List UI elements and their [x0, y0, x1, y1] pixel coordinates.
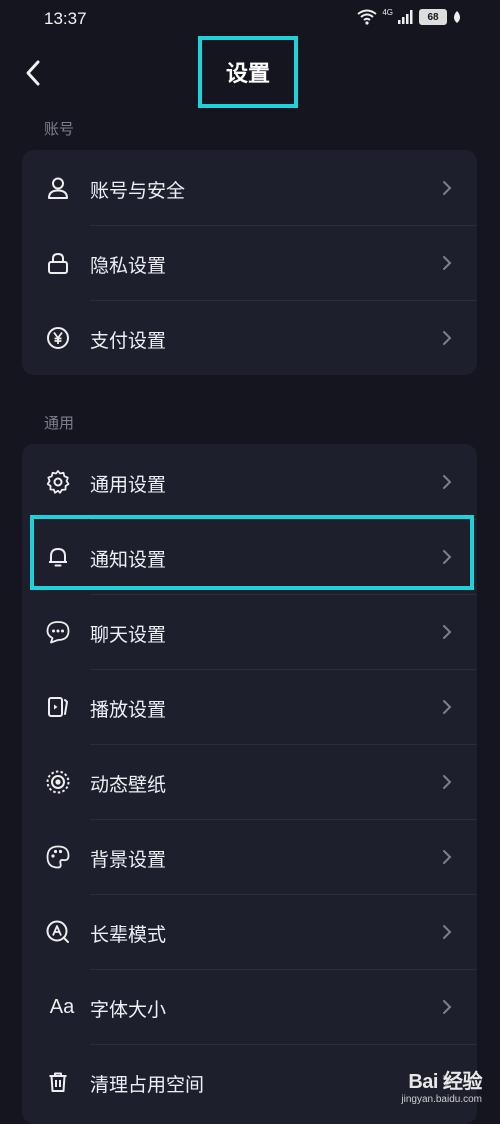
settings-item-general[interactable]: 通用设置: [22, 444, 477, 519]
settings-item-label: 背景设置: [90, 849, 167, 871]
settings-item-account-security[interactable]: 账号与安全: [22, 150, 477, 225]
watermark-brand: Bai 经验: [408, 1071, 482, 1093]
yen-icon: [44, 324, 72, 352]
settings-item-label: 长辈模式: [90, 924, 167, 946]
status-bar: 13:37 4G 68: [0, 0, 500, 38]
settings-item-label: 支付设置: [90, 330, 167, 352]
battery-level: 68: [427, 11, 439, 23]
settings-item-label: 清理占用空间: [90, 1074, 205, 1096]
settings-item-label: 播放设置: [90, 699, 167, 721]
account-card: 账号与安全 隐私设置 支付设置: [22, 150, 477, 375]
network-type: 4G: [382, 7, 393, 17]
chat-icon: [44, 618, 72, 646]
signal-icon: [398, 10, 413, 24]
settings-item-label: 字体大小: [90, 999, 167, 1021]
chevron-right-icon: [443, 700, 452, 714]
chevron-right-icon: [443, 256, 452, 270]
chevron-right-icon: [443, 625, 452, 639]
chevron-right-icon: [443, 850, 452, 864]
settings-item-label: 动态壁纸: [90, 774, 167, 796]
trash-icon: [44, 1068, 72, 1096]
chevron-right-icon: [443, 550, 452, 564]
user-icon: [44, 174, 72, 202]
settings-item-label: 通知设置: [90, 549, 167, 571]
settings-item-privacy[interactable]: 隐私设置: [22, 225, 477, 300]
settings-item-label: 通用设置: [90, 474, 167, 496]
font-size-icon: Aa: [49, 995, 75, 1018]
palette-icon: [44, 843, 72, 871]
settings-item-playback[interactable]: 播放设置: [22, 669, 477, 744]
settings-item-label: 隐私设置: [90, 255, 167, 277]
settings-item-font-size[interactable]: Aa 字体大小: [22, 969, 477, 1044]
settings-item-elder-mode[interactable]: 长辈模式: [22, 894, 477, 969]
chevron-right-icon: [443, 925, 452, 939]
settings-item-live-wallpaper[interactable]: 动态壁纸: [22, 744, 477, 819]
settings-item-notifications[interactable]: 通知设置: [22, 519, 477, 594]
chevron-right-icon: [443, 775, 452, 789]
gear-icon: [44, 468, 72, 496]
wallpaper-icon: [44, 768, 72, 796]
watermark-site: jingyan.baidu.com: [401, 1094, 482, 1105]
chevron-right-icon: [443, 331, 452, 345]
chevron-left-icon: [26, 60, 40, 86]
section-label-account: 账号: [44, 120, 75, 138]
general-card: 通用设置 通知设置 聊天设置 播放设置 动态壁纸 背景设置 长辈模式 Aa 字体…: [22, 444, 477, 1124]
chevron-right-icon: [443, 1000, 452, 1014]
title-highlight: 设置: [198, 36, 298, 108]
elder-mode-icon: [44, 918, 72, 946]
page-title: 设置: [225, 62, 270, 87]
settings-item-label: 账号与安全: [90, 180, 186, 202]
header: 设置: [0, 36, 500, 110]
section-label-general: 通用: [44, 414, 75, 432]
settings-item-background[interactable]: 背景设置: [22, 819, 477, 894]
chevron-right-icon: [443, 475, 452, 489]
status-icons: 4G 68: [357, 7, 462, 25]
wifi-icon: [357, 9, 377, 25]
back-button[interactable]: [20, 56, 50, 90]
bell-icon: [44, 543, 72, 571]
settings-item-chat[interactable]: 聊天设置: [22, 594, 477, 669]
settings-item-label: 聊天设置: [90, 624, 167, 646]
battery-icon: 68: [419, 9, 447, 25]
settings-item-payment[interactable]: 支付设置: [22, 300, 477, 375]
status-time: 13:37: [44, 9, 87, 28]
play-icon: [44, 693, 72, 721]
baidu-watermark: Bai 经验 jingyan.baidu.com: [401, 1065, 482, 1105]
leaf-icon: [454, 11, 460, 23]
chevron-right-icon: [443, 181, 452, 195]
lock-icon: [44, 249, 72, 277]
